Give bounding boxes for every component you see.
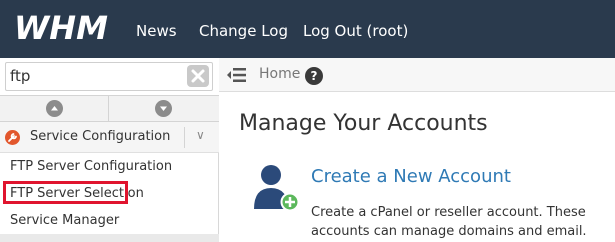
create-account-link[interactable]: Create a New Account [311, 166, 511, 187]
nav-news[interactable]: News [136, 22, 177, 40]
top-bar: WHM News Change Log Log Out (root) [0, 0, 615, 58]
sidebar-item-ftp-server-configuration[interactable]: FTP Server Configuration [10, 159, 172, 174]
breadcrumb: Home ? [219, 58, 615, 92]
search-input[interactable]: ftp [5, 62, 213, 91]
sidebar-item-service-manager[interactable]: Service Manager [10, 213, 119, 228]
wrench-icon [5, 130, 20, 145]
page-title: Manage Your Accounts [239, 111, 488, 136]
create-account-description: Create a cPanel or reseller account. The… [311, 205, 587, 239]
divider [184, 127, 185, 148]
logo-text: WHM [14, 9, 108, 46]
sidebar-collapse-controls [0, 96, 219, 122]
search-area: ftp [0, 58, 219, 96]
category-label: Service Configuration [30, 129, 171, 144]
sidebar: ftp Service Configuration ∨ FTP Server C… [0, 58, 219, 242]
category-service-configuration[interactable]: Service Configuration ∨ [0, 122, 219, 153]
arrow-up-icon [46, 100, 63, 117]
highlight-box [3, 181, 128, 204]
arrow-down-icon [155, 100, 172, 117]
collapse-up-button[interactable] [0, 96, 109, 122]
whm-logo[interactable]: WHM [12, 8, 116, 46]
collapse-menu-icon[interactable] [226, 67, 246, 83]
nav-log-out[interactable]: Log Out (root) [303, 22, 408, 40]
breadcrumb-home[interactable]: Home [259, 66, 300, 82]
chevron-down-icon[interactable]: ∨ [196, 128, 205, 142]
nav-change-log[interactable]: Change Log [199, 22, 288, 40]
sidebar-next-section [0, 234, 219, 242]
add-user-icon[interactable] [252, 162, 300, 212]
expand-down-button[interactable] [109, 96, 218, 122]
help-icon[interactable]: ? [305, 67, 323, 85]
clear-search-icon[interactable] [187, 65, 209, 87]
